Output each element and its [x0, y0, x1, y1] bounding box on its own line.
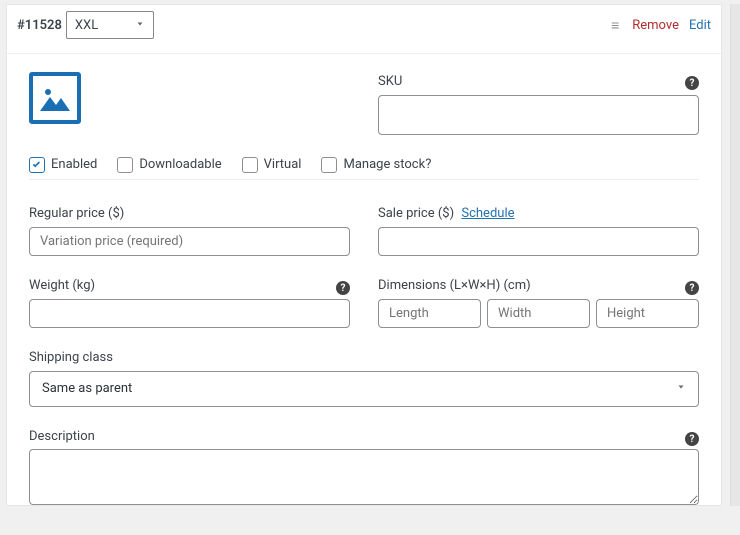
description-label: Description — [29, 429, 95, 446]
sale-price-label: Sale price ($) Schedule — [378, 206, 699, 223]
remove-link[interactable]: Remove — [632, 18, 679, 33]
sku-input[interactable] — [378, 95, 699, 135]
toggle-row: Enabled Downloadable Virtual Manage stoc… — [29, 157, 699, 180]
variation-header: #11528 XXL ≡ Remove Edit — [7, 5, 721, 54]
enabled-checkbox[interactable]: Enabled — [29, 157, 97, 173]
checkbox-label: Virtual — [264, 157, 302, 172]
regular-price-label: Regular price ($) — [29, 206, 350, 223]
variation-id: #11528 — [17, 18, 62, 33]
check-icon — [29, 157, 45, 173]
weight-input[interactable] — [29, 299, 350, 328]
downloadable-checkbox[interactable]: Downloadable — [117, 157, 221, 173]
edit-link[interactable]: Edit — [689, 18, 711, 33]
schedule-link[interactable]: Schedule — [461, 206, 514, 221]
shipping-class-value: Same as parent — [42, 381, 132, 396]
manage-stock-checkbox[interactable]: Manage stock? — [321, 157, 431, 173]
height-input[interactable] — [596, 299, 699, 328]
help-icon[interactable]: ? — [685, 281, 699, 295]
help-icon[interactable]: ? — [336, 281, 350, 295]
attribute-value: XXL — [75, 18, 98, 33]
dimensions-label: Dimensions (L×W×H) (cm) — [378, 278, 531, 295]
length-input[interactable] — [378, 299, 481, 328]
shipping-class-label: Shipping class — [29, 350, 699, 367]
check-icon — [242, 157, 258, 173]
check-icon — [321, 157, 337, 173]
checkbox-label: Downloadable — [139, 157, 221, 172]
scrollbar-track[interactable] — [730, 4, 740, 506]
help-icon[interactable]: ? — [685, 76, 699, 90]
help-icon[interactable]: ? — [685, 432, 699, 446]
check-icon — [117, 157, 133, 173]
regular-price-input[interactable] — [29, 227, 350, 256]
chevron-down-icon — [676, 381, 686, 396]
menu-icon[interactable]: ≡ — [611, 17, 620, 34]
attribute-select[interactable]: XXL — [66, 11, 154, 39]
width-input[interactable] — [487, 299, 590, 328]
shipping-class-select[interactable]: Same as parent — [29, 371, 699, 407]
checkbox-label: Manage stock? — [343, 157, 431, 172]
sku-label: SKU — [378, 74, 402, 91]
description-textarea[interactable] — [29, 449, 699, 505]
checkbox-label: Enabled — [51, 157, 97, 172]
weight-label: Weight (kg) — [29, 278, 95, 295]
virtual-checkbox[interactable]: Virtual — [242, 157, 302, 173]
chevron-down-icon — [135, 18, 145, 33]
sale-price-input[interactable] — [378, 227, 699, 256]
image-placeholder-icon[interactable] — [29, 72, 81, 124]
